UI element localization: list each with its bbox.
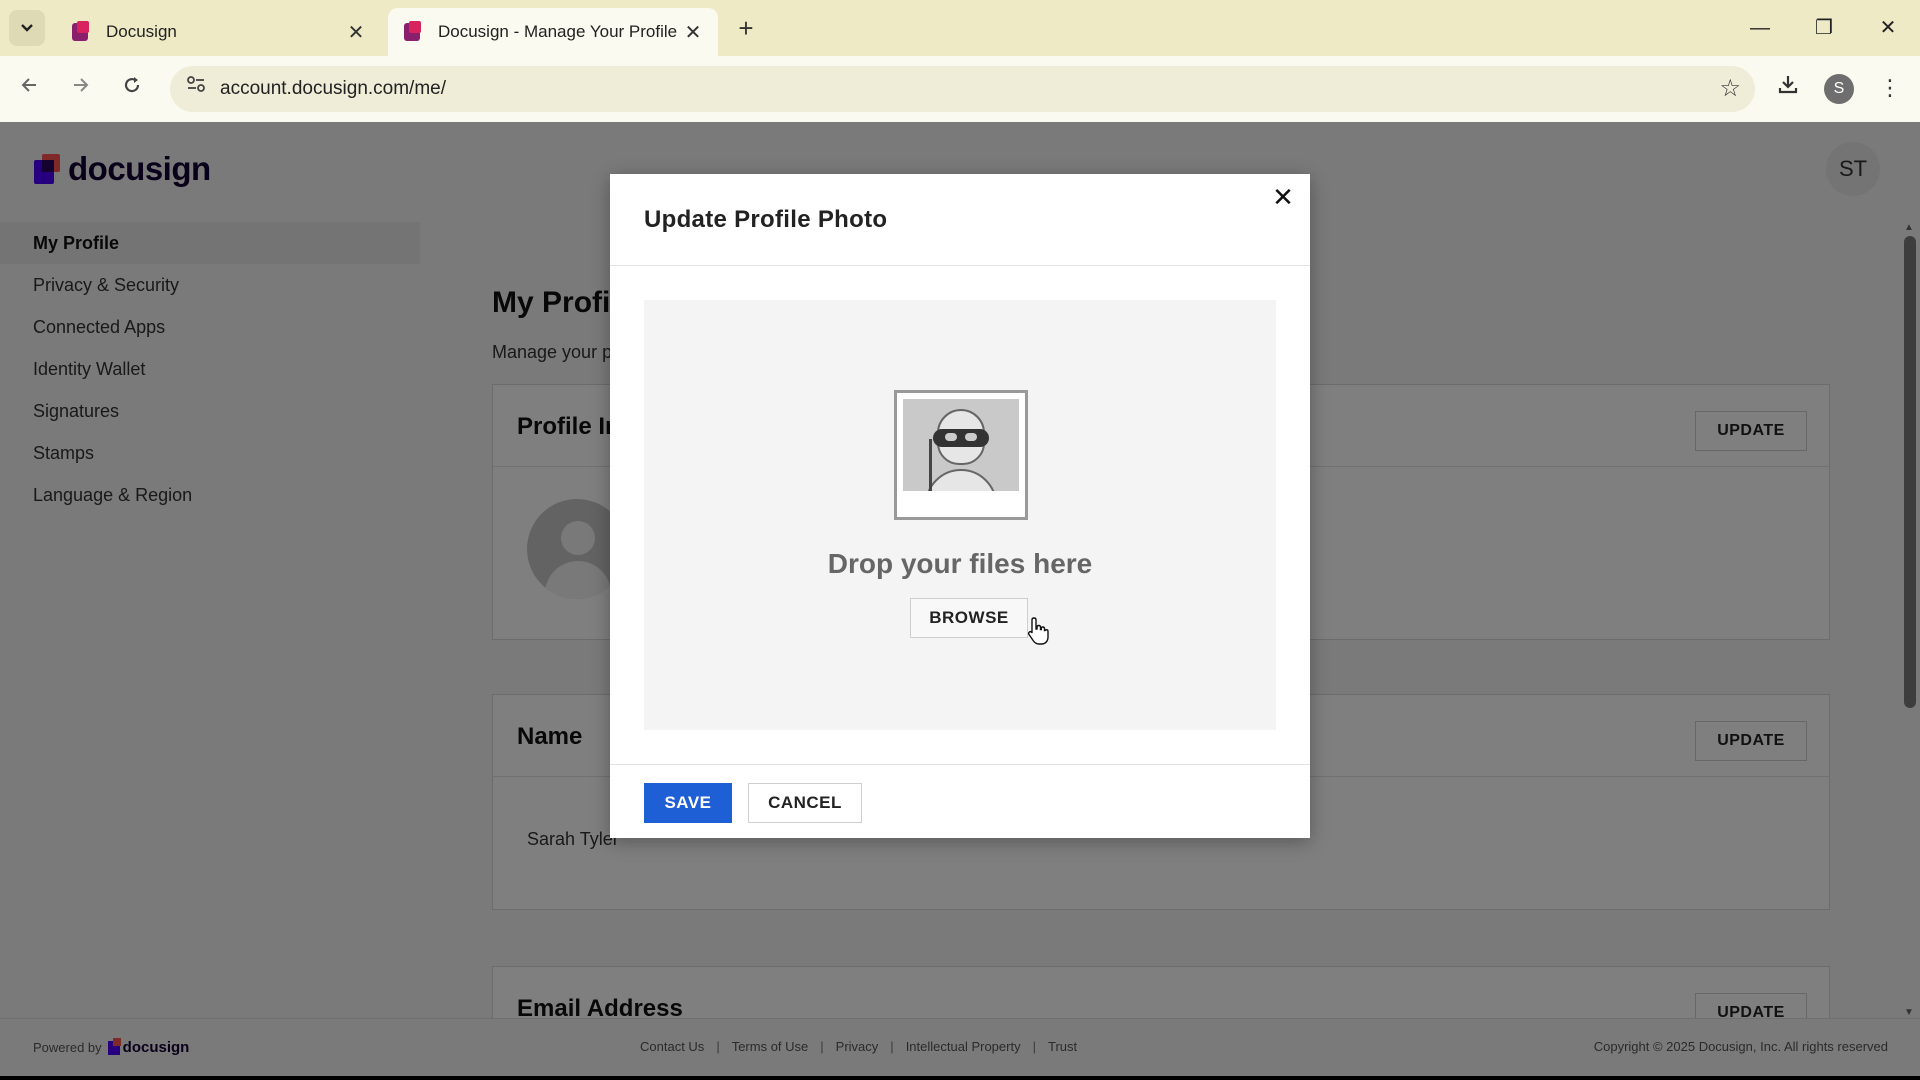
- tab-close-icon[interactable]: ✕: [682, 20, 704, 45]
- tab-title: Docusign - Manage Your Profile: [438, 22, 678, 41]
- minimize-button[interactable]: —: [1732, 8, 1788, 48]
- tab-title: Docusign: [106, 22, 177, 41]
- forward-icon[interactable]: [62, 70, 98, 106]
- browser-window: Docusign ✕ Docusign - Manage Your Profil…: [0, 0, 1920, 1076]
- tab-close-icon[interactable]: ✕: [345, 20, 367, 45]
- docusign-favicon-icon: [402, 21, 424, 43]
- reload-icon[interactable]: [114, 70, 150, 106]
- browse-button[interactable]: BROWSE: [910, 598, 1028, 638]
- back-icon[interactable]: [12, 70, 48, 106]
- save-button[interactable]: SAVE: [644, 783, 732, 823]
- browser-toolbar: account.docusign.com/me/ ☆ ⋮: [0, 56, 1920, 122]
- tab-manage-profile[interactable]: Docusign - Manage Your Profile ✕: [388, 8, 718, 56]
- tab-docusign[interactable]: Docusign ✕: [56, 8, 381, 56]
- bookmark-star-icon[interactable]: ☆: [1719, 74, 1741, 104]
- chevron-down-icon: [21, 24, 33, 32]
- address-bar[interactable]: account.docusign.com/me/ ☆: [170, 66, 1755, 112]
- url-text[interactable]: account.docusign.com/me/: [220, 66, 446, 112]
- browser-profile-avatar[interactable]: S: [1824, 74, 1854, 104]
- tab-search-button[interactable]: [9, 10, 45, 46]
- cancel-button[interactable]: CANCEL: [748, 783, 862, 823]
- dropzone-text: Drop your files here: [827, 548, 1093, 579]
- hand-cursor-icon: [1027, 617, 1049, 645]
- new-tab-button[interactable]: +: [730, 12, 762, 44]
- docusign-favicon-icon: [70, 21, 92, 43]
- window-close-button[interactable]: ✕: [1860, 8, 1916, 48]
- restore-button[interactable]: ❐: [1796, 8, 1852, 48]
- tab-bar: Docusign ✕ Docusign - Manage Your Profil…: [0, 0, 1920, 56]
- file-dropzone[interactable]: Drop your files here BROWSE: [644, 300, 1276, 730]
- dialog-title: Update Profile Photo: [644, 206, 888, 233]
- dialog-close-icon[interactable]: ✕: [1268, 182, 1298, 212]
- site-info-icon[interactable]: [182, 75, 210, 103]
- masked-person-placeholder-icon: [894, 390, 1028, 520]
- download-icon[interactable]: [1770, 70, 1806, 106]
- update-profile-photo-dialog: Update Profile Photo ✕ Drop your files h…: [610, 174, 1310, 838]
- browser-menu-icon[interactable]: ⋮: [1872, 70, 1908, 106]
- dialog-footer: SAVE CANCEL: [610, 764, 1310, 838]
